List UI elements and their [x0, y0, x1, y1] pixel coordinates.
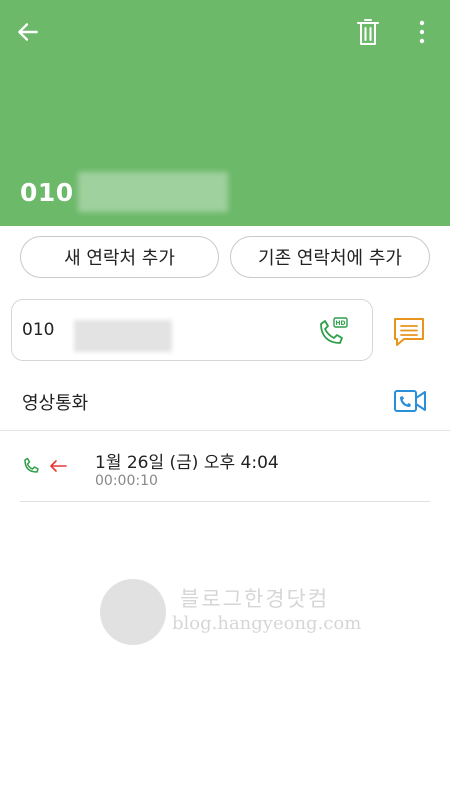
hd-call-icon: HD: [320, 317, 348, 344]
video-call-label: 영상통화: [22, 393, 89, 414]
watermark-logo: [100, 579, 166, 645]
call-log-duration: 00:00:10: [95, 473, 158, 489]
delete-button[interactable]: [348, 12, 388, 52]
phone-number-card[interactable]: 010 HD: [11, 299, 373, 361]
hd-call-button[interactable]: HD: [314, 314, 350, 350]
watermark-title: 블로그한경닷컴: [180, 587, 330, 611]
call-log-date: 1월 26일 (금) 오후 4:04: [95, 453, 279, 473]
header-phone-number: 010: [20, 172, 228, 212]
contact-header: 010: [0, 0, 450, 226]
incoming-arrow-icon: [50, 460, 67, 472]
add-new-contact-button[interactable]: 새 연락처 추가: [20, 236, 219, 278]
redacted-number: [77, 172, 228, 212]
call-log-icons: [22, 457, 68, 475]
message-icon: [394, 318, 424, 346]
arrow-left-icon: [18, 23, 38, 41]
card-phone-prefix: 010: [22, 320, 55, 340]
card-redacted-number: [74, 320, 172, 352]
send-message-button[interactable]: [389, 312, 429, 352]
call-log-item[interactable]: 1월 26일 (금) 오후 4:04 00:00:10: [0, 431, 450, 501]
back-button[interactable]: [8, 12, 48, 52]
more-options-button[interactable]: [402, 12, 442, 52]
more-vertical-icon: [419, 20, 425, 44]
svg-text:HD: HD: [335, 320, 345, 327]
trash-icon: [357, 19, 379, 45]
add-to-existing-contact-button[interactable]: 기존 연락처에 추가: [230, 236, 430, 278]
phone-prefix: 010: [20, 177, 74, 207]
video-call-button[interactable]: [390, 381, 430, 421]
phone-icon: [24, 457, 39, 473]
video-call-icon: [394, 390, 426, 412]
watermark: 블로그한경닷컴 blog.hangyeong.com: [100, 577, 362, 647]
call-log-divider: [20, 501, 430, 502]
video-call-row[interactable]: 영상통화: [0, 379, 450, 423]
watermark-url: blog.hangyeong.com: [172, 613, 362, 634]
